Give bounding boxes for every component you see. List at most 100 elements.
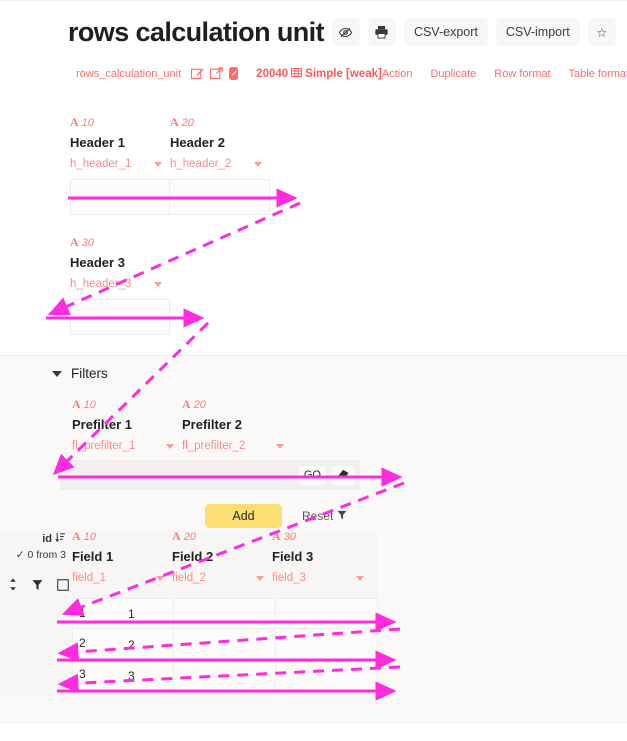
- chevron-down-icon[interactable]: [256, 575, 264, 581]
- header-field-h_header_3: A 30 Header 3 h_header_3: [70, 235, 170, 291]
- table-slug-link[interactable]: rows_calculation_unit: [76, 68, 181, 80]
- grid-cell[interactable]: [276, 660, 378, 691]
- funnel-icon[interactable]: [32, 579, 43, 591]
- sort-icon[interactable]: [55, 532, 66, 546]
- grid-cell[interactable]: [276, 598, 378, 629]
- filters-title: Filters: [71, 366, 108, 381]
- filter-fields: A 10 Prefilter 1 fl_prefilter_1 A 20 Prefi…: [72, 397, 292, 453]
- field-type: A 20: [172, 529, 264, 543]
- grid-column-field_3: A 30 Field 3 field_3: [272, 529, 372, 584]
- favorite-button[interactable]: ☆: [587, 18, 616, 46]
- field-type: A 10: [72, 397, 174, 411]
- type-length: 30: [81, 237, 94, 249]
- type-letter: A: [70, 115, 79, 129]
- action-link[interactable]: Action: [382, 68, 413, 80]
- chevron-down-icon[interactable]: [254, 161, 262, 167]
- type-letter: A: [72, 529, 81, 543]
- type-letter: A: [70, 235, 79, 249]
- chevron-down-icon[interactable]: [154, 161, 162, 167]
- grid-cell[interactable]: [174, 660, 276, 691]
- csv-export-button[interactable]: CSV-export: [403, 18, 488, 46]
- field-type: A 30: [272, 529, 364, 543]
- selection-count: ✓ 0 from 3: [15, 549, 66, 561]
- checkbox-icon[interactable]: [57, 578, 69, 591]
- field-type: A 30: [70, 235, 162, 249]
- field-name: field_1: [72, 572, 106, 585]
- type-letter: A: [182, 397, 191, 411]
- table-grid-icon: [291, 67, 303, 81]
- grid-cell[interactable]: 3: [72, 660, 174, 691]
- updown-sort-icon[interactable]: [8, 578, 18, 591]
- grid-tool-icons: [0, 578, 72, 591]
- header-input-h_header_3[interactable]: [70, 299, 170, 336]
- go-button[interactable]: GO: [297, 464, 327, 486]
- add-button[interactable]: Add: [205, 504, 282, 528]
- print-button[interactable]: [367, 18, 396, 46]
- field-name: h_header_3: [70, 278, 132, 291]
- row-id: 1: [128, 607, 135, 621]
- edit-icon[interactable]: [191, 66, 204, 81]
- table-row[interactable]: 1 1: [72, 598, 378, 629]
- field-name: fl_prefilter_2: [182, 440, 246, 453]
- csv-import-button[interactable]: CSV-import: [495, 18, 580, 46]
- header-field-h_header_1: A 10 Header 1 h_header_1: [70, 115, 170, 170]
- filter-actions: Add Reset: [205, 504, 353, 528]
- filter-field-fl_prefilter_2: A 20 Prefilter 2 fl_prefilter_2: [182, 397, 292, 453]
- type-length: 20: [193, 399, 206, 411]
- table-format-link[interactable]: Table format: [569, 68, 627, 80]
- chevron-down-icon[interactable]: [276, 443, 284, 449]
- grid-header: id ✓ 0 from 3 A 10 Field 1 field_1 A 20 …: [0, 529, 378, 598]
- table-meta: 20040 Simple [weak]: [256, 67, 382, 81]
- grid-cell[interactable]: 2: [72, 629, 174, 660]
- row-id: 2: [128, 638, 135, 652]
- row-format-link[interactable]: Row format: [494, 68, 550, 80]
- field-label: Field 2: [172, 549, 214, 565]
- row-id: 3: [128, 669, 135, 683]
- header-input-h_header_2[interactable]: [170, 179, 270, 216]
- header-fields-group-2: A 30 Header 3 h_header_3: [70, 235, 170, 336]
- grid-cell[interactable]: 1: [72, 598, 174, 629]
- chevron-down-icon[interactable]: [166, 443, 174, 449]
- section-divider: [0, 355, 627, 356]
- field-name: fl_prefilter_1: [72, 440, 136, 453]
- type-length: 20: [181, 117, 194, 129]
- grid-column-headers: A 10 Field 1 field_1 A 20 Field 2 field_2: [72, 529, 372, 585]
- field-type: A 10: [70, 115, 162, 129]
- grid-column-field_2: A 20 Field 2 field_2: [172, 529, 272, 584]
- field-label: Header 3: [70, 255, 125, 271]
- table-row[interactable]: 2 2: [72, 629, 378, 660]
- table-row[interactable]: 3 3: [72, 660, 378, 691]
- erase-filter-button[interactable]: [331, 464, 356, 486]
- app-page: rows calculation unit CSV-export CSV-imp…: [0, 0, 627, 741]
- grid-cell[interactable]: [174, 629, 276, 660]
- duplicate-link[interactable]: Duplicate: [430, 68, 476, 80]
- chevron-down-icon[interactable]: [156, 575, 164, 581]
- filters-section-toggle[interactable]: Filters: [52, 366, 108, 381]
- chevron-down-icon[interactable]: [356, 575, 364, 581]
- printer-icon: [374, 25, 389, 39]
- note-icon[interactable]: [229, 67, 239, 80]
- chevron-down-icon[interactable]: [154, 281, 162, 287]
- field-label: Header 2: [170, 135, 225, 151]
- funnel-icon: [337, 509, 347, 523]
- filter-field-fl_prefilter_1: A 10 Prefilter 1 fl_prefilter_1: [72, 397, 182, 453]
- header-field-h_header_2: A 20 Header 2 h_header_2: [170, 115, 270, 170]
- field-label: Prefilter 2: [182, 417, 242, 433]
- table-meta-number: 20040: [256, 67, 289, 80]
- field-label: Field 3: [272, 549, 314, 565]
- grid-cell[interactable]: [174, 598, 276, 629]
- field-type: A 20: [182, 397, 284, 411]
- reset-filter-button[interactable]: Reset: [296, 508, 353, 524]
- grid-id-column-header: id ✓ 0 from 3: [0, 530, 72, 591]
- field-label: Field 1: [72, 549, 114, 565]
- grid-cell[interactable]: [276, 629, 378, 660]
- external-link-icon[interactable]: [210, 66, 224, 81]
- data-grid: id ✓ 0 from 3 A 10 Field 1 field_1 A 20 …: [0, 529, 378, 695]
- hide-toggle-button[interactable]: [331, 18, 360, 46]
- type-letter: A: [272, 529, 281, 543]
- type-letter: A: [72, 397, 81, 411]
- filter-input-band: GO: [60, 460, 360, 490]
- header-input-h_header_1[interactable]: [70, 179, 170, 216]
- sub-toolbar: rows_calculation_unit 20040 Simple [weak…: [76, 66, 627, 81]
- eraser-icon: [337, 468, 350, 482]
